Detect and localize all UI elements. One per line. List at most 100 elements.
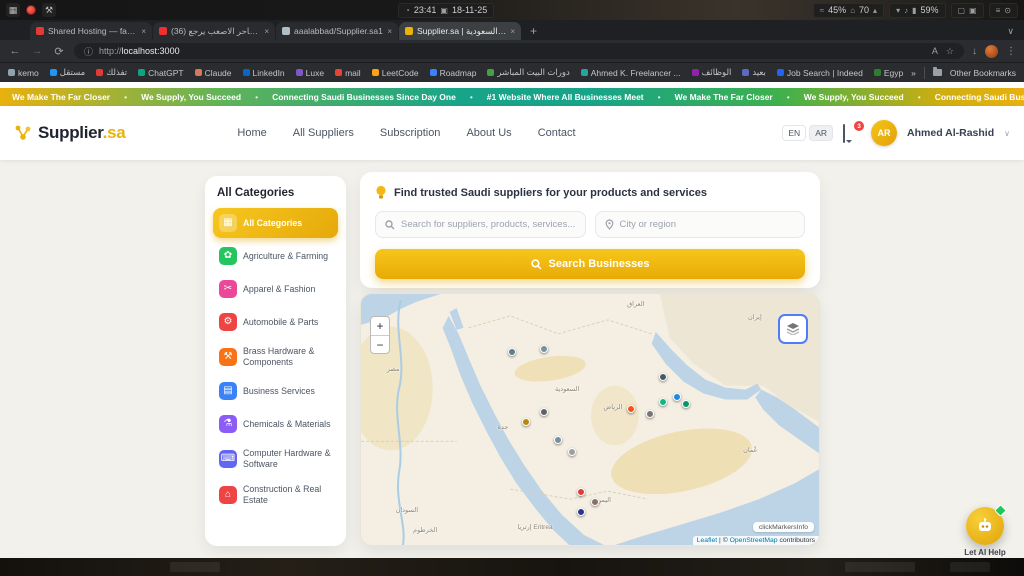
messages-button[interactable]: 3 (843, 125, 861, 141)
nav-link[interactable]: Subscription (380, 127, 441, 139)
bookmark-item[interactable]: Ahmed K. Freelancer ... (581, 68, 681, 78)
lang-ar-button[interactable]: AR (809, 125, 833, 141)
supplier-map-marker[interactable] (646, 410, 654, 418)
supplier-map-marker[interactable] (627, 405, 635, 413)
bookmark-item[interactable]: الوظائف (692, 67, 732, 78)
reload-button[interactable]: ⟳ (52, 45, 66, 58)
nav-link[interactable]: Home (237, 127, 266, 139)
power-icon: ⊙ (1004, 6, 1011, 15)
category-item[interactable]: ✂ Apparel & Fashion (213, 274, 338, 304)
desktop-item (950, 562, 990, 572)
tab-search-chevron-icon[interactable]: ∨ (1007, 22, 1014, 40)
bookmark-item[interactable]: Luxe (296, 68, 324, 78)
supplier-map-marker[interactable] (659, 373, 667, 381)
bookmark-item[interactable]: دورات البيت المباشر (487, 67, 569, 78)
tab-favicon-icon (36, 27, 44, 35)
recorder-icon[interactable] (26, 5, 36, 15)
search-input[interactable] (401, 219, 576, 230)
bookmark-item[interactable]: تفذلك (96, 67, 127, 78)
supplier-map-marker[interactable] (659, 398, 667, 406)
leaflet-link[interactable]: Leaflet (697, 537, 717, 544)
downloads-icon[interactable]: ↓ (972, 46, 977, 57)
osm-link[interactable]: OpenStreetMap (730, 537, 778, 544)
category-item[interactable]: ⌂ Construction & Real Estate (213, 478, 338, 511)
site-logo[interactable]: Supplier.sa (14, 123, 125, 143)
bookmark-star-icon[interactable]: ☆ (946, 46, 954, 57)
supplier-map-marker[interactable] (577, 508, 585, 516)
user-avatar[interactable]: AR (871, 120, 897, 146)
volume-battery-widget[interactable]: ▾ ♪ ▮ 59% (889, 3, 945, 18)
unread-badge: 3 (854, 121, 864, 131)
supplier-map-marker[interactable] (508, 348, 516, 356)
translate-icon[interactable]: A (932, 46, 938, 57)
browser-profile-avatar[interactable] (985, 45, 998, 58)
supplier-map-marker[interactable] (522, 418, 530, 426)
nav-link[interactable]: About Us (466, 127, 511, 139)
nav-link[interactable]: All Suppliers (293, 127, 354, 139)
browser-menu-icon[interactable]: ⋮ (1006, 46, 1016, 57)
tools-icon[interactable]: ⚒ (42, 3, 56, 17)
browser-tab[interactable]: Supplier.sa | في السعودية × (399, 22, 521, 40)
category-item[interactable]: ⚗ Chemicals & Materials (213, 409, 338, 439)
category-item[interactable]: ▦ All Categories (213, 208, 338, 238)
city-input[interactable] (620, 219, 796, 230)
supplier-map-marker[interactable] (540, 408, 548, 416)
category-item[interactable]: ⚙ Automobile & Parts (213, 307, 338, 337)
tab-close-icon[interactable]: × (510, 27, 515, 36)
supplier-map-marker[interactable] (568, 448, 576, 456)
zoom-out-button[interactable]: − (371, 335, 389, 353)
bookmark-item[interactable]: Egypt's Leading Job S... (874, 68, 903, 78)
nav-link[interactable]: Contact (538, 127, 576, 139)
tab-close-icon[interactable]: × (141, 27, 146, 36)
leaflet-map[interactable]: العراقإيرانمصرالسعوديةالرياضجدةعُماناليم… (361, 294, 819, 545)
category-item[interactable]: ✿ Agriculture & Farming (213, 241, 338, 271)
bookmarks-overflow-icon[interactable]: » (911, 68, 916, 78)
bookmark-item[interactable]: Roadmap (430, 68, 477, 78)
system-monitor-widget[interactable]: ≈ 45% ⌂ 70 ▴ (813, 3, 884, 18)
bookmark-item[interactable]: مستقل (50, 67, 85, 78)
lang-en-button[interactable]: EN (782, 125, 806, 141)
folder-icon (933, 69, 942, 76)
session-widget[interactable]: ≡ ⊙ (989, 3, 1018, 18)
tab-close-icon[interactable]: × (264, 27, 269, 36)
bookmark-favicon-icon (335, 69, 342, 76)
supplier-map-marker[interactable] (554, 436, 562, 444)
browser-tab[interactable]: Shared Hosting — fast, aff... × (30, 22, 152, 40)
search-businesses-button[interactable]: Search Businesses (375, 249, 805, 279)
app-grid-icon[interactable]: ▦ (6, 3, 20, 17)
bookmark-item[interactable]: بعيد (742, 67, 766, 78)
supplier-map-marker[interactable] (577, 488, 585, 496)
bookmark-item[interactable]: Job Search | Indeed (777, 68, 863, 78)
bookmark-item[interactable]: kemo (8, 68, 39, 78)
browser-tab[interactable]: (36) الساحر الاصعب يرجع × (153, 22, 275, 40)
category-item[interactable]: ▤ Business Services (213, 376, 338, 406)
user-name[interactable]: Ahmed Al-Rashid (907, 127, 994, 139)
supplier-map-marker[interactable] (540, 345, 548, 353)
back-button[interactable]: ← (8, 45, 22, 57)
supplier-map-marker[interactable] (673, 393, 681, 401)
workspace-widget[interactable]: ▢ ▣ (951, 3, 984, 18)
category-item[interactable]: ⚒ Brass Hardware & Components (213, 340, 338, 373)
bookmark-item[interactable]: LeetCode (372, 68, 419, 78)
new-tab-button[interactable]: + (530, 22, 537, 40)
user-menu-chevron-icon[interactable]: ∨ (1004, 129, 1010, 138)
zoom-in-button[interactable]: + (371, 317, 389, 335)
bookmark-item[interactable]: Claude (195, 68, 232, 78)
address-bar[interactable]: ⓘ http://localhost:3000 A ☆ (74, 43, 964, 59)
dropdown-icon: ▾ (896, 6, 900, 15)
category-item[interactable]: ⌨ Computer Hardware & Software (213, 442, 338, 475)
ai-assistant-button[interactable] (966, 507, 1004, 545)
other-bookmarks-button[interactable]: Other Bookmarks (950, 68, 1016, 78)
bookmark-item[interactable]: mail (335, 68, 361, 78)
tab-title: aaalabbad/Supplier.sa1 (294, 26, 383, 36)
supplier-map-marker[interactable] (682, 400, 690, 408)
bookmark-item[interactable]: ChatGPT (138, 68, 183, 78)
tab-close-icon[interactable]: × (387, 27, 392, 36)
map-layers-control[interactable] (780, 316, 806, 342)
bookmark-item[interactable]: LinkedIn (243, 68, 285, 78)
clock-widget[interactable]: ◔ 23:41 ▣ 18-11-25 (398, 3, 494, 18)
forward-button[interactable]: → (30, 45, 44, 57)
supplier-map-marker[interactable] (591, 498, 599, 506)
browser-tab[interactable]: aaalabbad/Supplier.sa1 × (276, 22, 398, 40)
site-info-icon[interactable]: ⓘ (84, 45, 93, 58)
